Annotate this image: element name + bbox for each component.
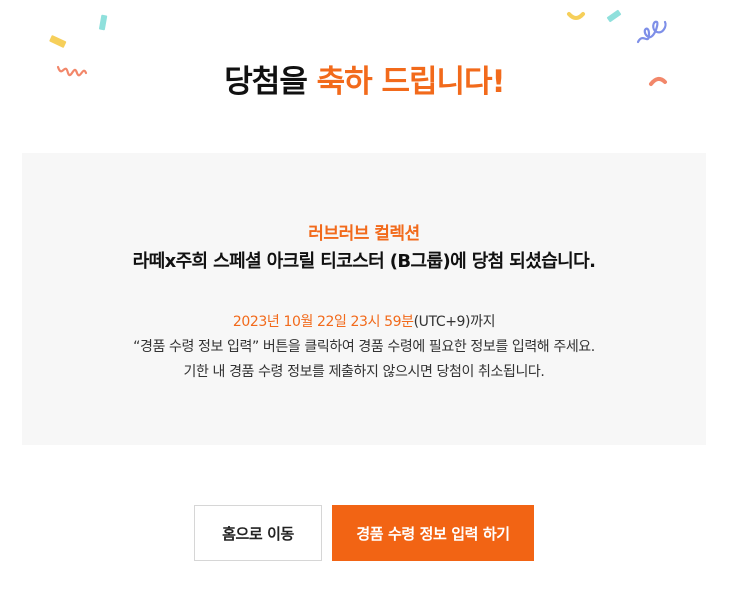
instruction-text: “경품 수령 정보 입력” 버튼을 클릭하여 경품 수령에 필요한 정보를 입력… (133, 339, 595, 355)
submit-prize-info-button[interactable]: 경품 수령 정보 입력 하기 (332, 505, 534, 561)
page-title: 당첨을 축하 드립니다! (0, 56, 729, 101)
deadline-line: 2023년 10월 22일 23시 59분(UTC+9)까지 (22, 311, 706, 331)
confetti-blue-squiggle (636, 20, 667, 44)
instructions: “경품 수령 정보 입력” 버튼을 클릭하여 경품 수령에 필요한 정보를 입력… (22, 335, 706, 385)
confetti-teal-left (98, 14, 108, 31)
collection-name: 러브러브 컬렉션 (308, 224, 420, 244)
win-info-panel: 러브러브 컬렉션 라떼x주희 스페셜 아크릴 티코스터 (B그룹)에 당첨 되셨… (22, 153, 706, 445)
product-line: 라떼x주희 스페셜 아크릴 티코스터 (B그룹)에 당첨 되셨습니다. (132, 251, 596, 272)
confetti-yellow-left (49, 35, 67, 48)
home-button[interactable]: 홈으로 이동 (194, 505, 322, 561)
title-prefix: 당첨을 (224, 64, 308, 100)
title-accent: 축하 드립니다! (316, 64, 506, 100)
confetti-yellow-right (567, 12, 585, 20)
confetti-teal-right (606, 9, 622, 23)
warning-text: 기한 내 경품 수령 정보를 제출하지 않으시면 당첨이 취소됩니다. (183, 364, 545, 380)
deadline-suffix: (UTC+9)까지 (413, 314, 496, 330)
deadline-date: 2023년 10월 22일 23시 59분 (232, 314, 414, 330)
